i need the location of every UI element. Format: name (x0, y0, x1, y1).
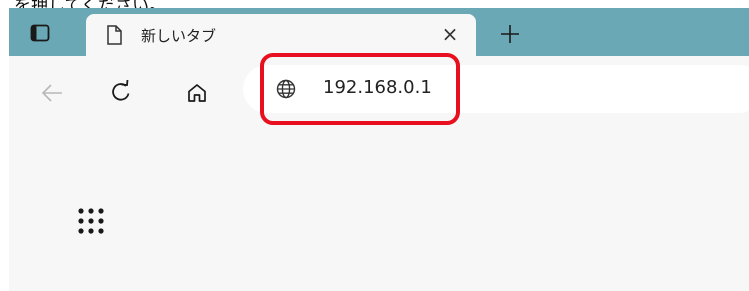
refresh-icon (112, 80, 130, 101)
back-button[interactable] (37, 78, 67, 108)
refresh-button[interactable] (106, 77, 136, 107)
tab-actions-icon (30, 24, 50, 42)
page-icon (107, 25, 122, 45)
tab-title: 新しいタブ (141, 27, 217, 45)
active-tab[interactable]: 新しいタブ × (86, 14, 476, 56)
tab-actions-button[interactable] (27, 20, 53, 46)
arrow-left-icon (41, 84, 62, 102)
home-button[interactable] (182, 78, 212, 108)
plus-icon (501, 25, 519, 43)
grid-dots-icon[interactable] (76, 206, 106, 236)
new-tab-button[interactable] (496, 20, 524, 48)
tab-close-button[interactable]: × (438, 22, 462, 46)
home-icon (188, 84, 206, 102)
tab-bar: 新しいタブ × (9, 8, 749, 56)
new-tab-page (9, 134, 749, 291)
close-icon: × (441, 22, 459, 46)
highlight-annotation-box (260, 53, 460, 125)
